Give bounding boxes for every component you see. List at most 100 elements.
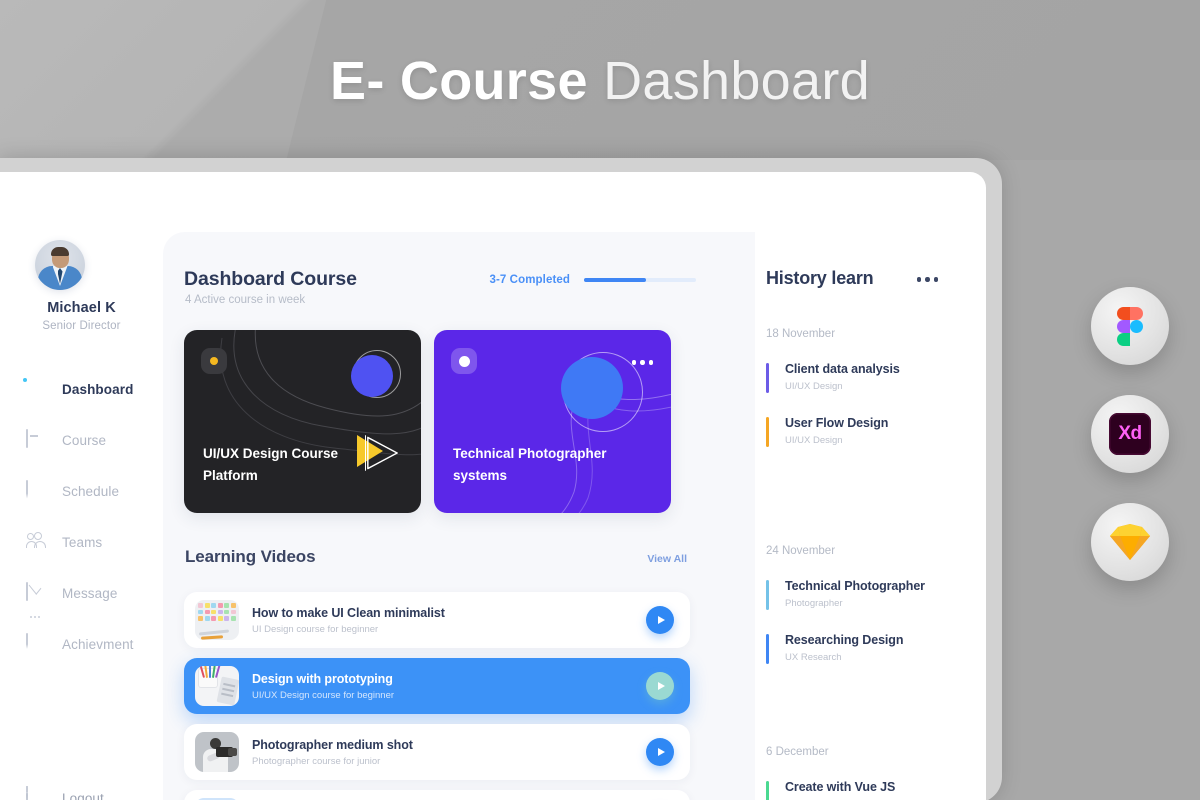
sidebar-item-achievment[interactable]: Achievment [0, 619, 163, 670]
figma-logo-icon [1117, 307, 1143, 346]
decorative-dots [30, 616, 40, 618]
video-title: How to make UI Clean minimalist [252, 605, 445, 620]
sketch-app-icon[interactable] [1091, 503, 1169, 581]
history-group: 18 November Client data analysis UI/UX D… [766, 328, 966, 470]
list-item[interactable]: How to make UI Clean minimalist UI Desig… [184, 592, 690, 648]
dashboard-icon [22, 376, 48, 401]
avatar[interactable] [35, 240, 85, 290]
course-card-title: Technical Photographer systems [453, 446, 607, 483]
page-title: E- Course Dashboard [0, 52, 1200, 110]
sidebar-nav: Dashboard Course Schedule Teams Message [0, 364, 163, 670]
sidebar-item-label: Achievment [62, 637, 134, 652]
device-frame: Michael K Senior Director Dashboard Cour… [0, 158, 1002, 800]
history-date: 6 December [766, 746, 829, 758]
history-color-bar [766, 781, 769, 800]
play-button[interactable] [646, 738, 674, 766]
sidebar-item-dashboard[interactable]: Dashboard [0, 364, 163, 415]
page-title-light: Dashboard [603, 51, 870, 111]
figma-app-icon[interactable] [1091, 287, 1169, 365]
completed-label: 3-7 Completed [489, 274, 570, 286]
schedule-icon [26, 479, 48, 503]
app-icons: Xd [1091, 287, 1186, 611]
card-circle-decoration [351, 355, 393, 397]
card-circle-decoration [561, 357, 623, 419]
sidebar: Michael K Senior Director Dashboard Cour… [0, 172, 163, 800]
sidebar-item-label: Schedule [62, 484, 120, 499]
user-role: Senior Director [42, 320, 121, 332]
history-color-bar [766, 580, 769, 610]
sidebar-item-schedule[interactable]: Schedule [0, 466, 163, 517]
history-group: 24 November Technical Photographer Photo… [766, 545, 966, 687]
history-item[interactable]: Technical Photographer Photographer [766, 579, 966, 610]
logout-button[interactable]: Logout [26, 786, 104, 800]
history-item[interactable]: Client data analysis UI/UX Design [766, 362, 966, 393]
main-panel: Dashboard Course 4 Active course in week… [163, 232, 986, 800]
card-badge [451, 348, 477, 374]
video-info: Design with prototyping UI/UX Design cou… [252, 672, 646, 701]
sidebar-item-label: Dashboard [62, 382, 134, 397]
course-card-title: UI/UX Design Course Platform [203, 446, 339, 483]
sidebar-item-teams[interactable]: Teams [0, 517, 163, 568]
adobe-xd-label: Xd [1118, 423, 1142, 444]
video-info: Photographer medium shot Photographer co… [252, 738, 646, 767]
video-thumbnail [195, 600, 239, 640]
progress-bar-fill [584, 278, 646, 282]
history-item[interactable]: Create with Vue JS [766, 780, 966, 800]
view-all-link[interactable]: View All [647, 553, 687, 565]
history-color-bar [766, 417, 769, 447]
course-cards: UI/UX Design Course Platform Technical P… [184, 330, 671, 513]
sketch-logo-icon [1108, 523, 1152, 561]
history-item-category: UI/UX Design [785, 435, 843, 446]
video-subtitle: Photographer course for junior [252, 755, 381, 767]
video-title: Design with prototyping [252, 671, 393, 686]
power-icon [26, 786, 48, 800]
more-options-icon[interactable] [631, 360, 653, 365]
history-color-bar [766, 363, 769, 393]
history-item-name: Client data analysis [785, 362, 900, 376]
sidebar-item-label: Teams [62, 535, 103, 550]
history-item[interactable]: User Flow Design UI/UX Design [766, 416, 966, 447]
teams-icon [26, 531, 48, 554]
history-date: 24 November [766, 545, 836, 557]
history-item-category: UX Research [785, 652, 842, 663]
history-item-name: User Flow Design [785, 416, 889, 430]
course-icon [26, 428, 48, 452]
completed-progress: 3-7 Completed [489, 274, 696, 286]
video-title: Photographer medium shot [252, 737, 413, 752]
history-date: 18 November [766, 328, 836, 340]
play-button[interactable] [646, 606, 674, 634]
adobe-xd-app-icon[interactable]: Xd [1091, 395, 1169, 473]
history-item-category: Photographer [785, 598, 843, 609]
history-item-name: Technical Photographer [785, 579, 925, 593]
video-thumbnail [195, 666, 239, 706]
list-item[interactable]: Photographer medium shot Photographer co… [184, 724, 690, 780]
progress-bar[interactable] [584, 278, 696, 282]
history-item-name: Create with Vue JS [785, 780, 896, 794]
adobe-xd-logo-icon: Xd [1109, 413, 1151, 455]
video-info: How to make UI Clean minimalist UI Desig… [252, 606, 646, 635]
sidebar-item-course[interactable]: Course [0, 415, 163, 466]
page-banner: E- Course Dashboard [0, 0, 1200, 160]
history-item[interactable]: Researching Design UX Research [766, 633, 966, 664]
list-item[interactable]: Design with prototyping UI/UX Design cou… [184, 658, 690, 714]
history-item-category: UI/UX Design [785, 381, 843, 392]
history-color-bar [766, 634, 769, 664]
list-item[interactable] [184, 790, 690, 800]
sidebar-item-label: Course [62, 433, 107, 448]
history-panel: History learn 18 November Client data an… [755, 232, 986, 800]
dashboard-course-subtitle: 4 Active course in week [185, 294, 306, 306]
app-window: Michael K Senior Director Dashboard Cour… [0, 172, 986, 800]
user-name: Michael K [47, 300, 116, 316]
achievement-icon [26, 632, 48, 656]
history-item-name: Researching Design [785, 633, 904, 647]
learning-videos-header: Learning Videos View All [185, 547, 687, 567]
history-title: History learn [766, 268, 874, 288]
logout-label: Logout [62, 790, 104, 800]
history-group: 6 December Create with Vue JS [766, 746, 966, 800]
course-card-photographer[interactable]: Technical Photographer systems [434, 330, 671, 513]
sidebar-item-message[interactable]: Message [0, 568, 163, 619]
course-card-uiux[interactable]: UI/UX Design Course Platform [184, 330, 421, 513]
play-button[interactable] [646, 672, 674, 700]
video-subtitle: UI/UX Design course for beginner [252, 689, 395, 701]
more-options-icon[interactable] [916, 277, 938, 282]
